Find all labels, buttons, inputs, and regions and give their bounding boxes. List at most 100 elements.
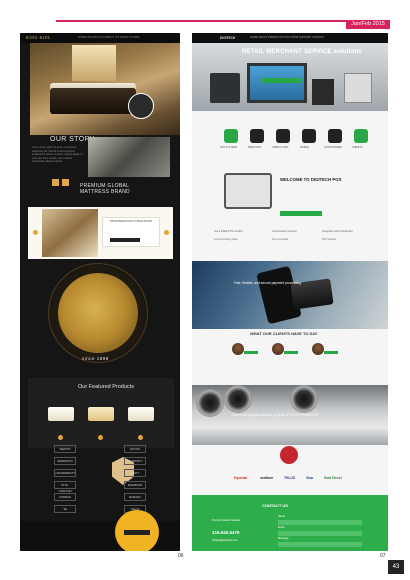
partner-logo: Hyundai xyxy=(234,476,248,480)
right-nav-links[interactable]: HOME ABOUT PRODUCTS SOLUTIONS SUPPORT CO… xyxy=(250,36,324,39)
brand-line-2: MATTRESS BRAND xyxy=(80,189,130,195)
machine-caption: One of the largest selection of QUALITY … xyxy=(232,413,319,417)
icon-label: POS SYSTEMS xyxy=(220,146,238,149)
tablet-icon[interactable] xyxy=(354,129,368,143)
slider-next-icon[interactable] xyxy=(164,230,169,235)
quote-button[interactable] xyxy=(110,238,140,242)
client-avatar xyxy=(312,343,324,355)
client-name-bar xyxy=(244,351,258,354)
partner-logo: verifone xyxy=(260,476,274,480)
left-page-number: 06 xyxy=(178,553,184,559)
product-mattress-1[interactable] xyxy=(48,407,74,421)
contact-title: CONTACT US xyxy=(262,503,288,508)
message-field[interactable] xyxy=(278,542,362,547)
brand-logo: RAMADA xyxy=(124,493,146,501)
icon-label: MERCHANT xyxy=(248,146,262,149)
brand-logo: MARRIOTT xyxy=(124,457,146,465)
product-3-arrow-icon[interactable] xyxy=(138,435,143,440)
icon-label: TABLETS xyxy=(352,146,363,149)
issue-badge: Jan/Feb 2015 xyxy=(346,20,390,29)
feature-item: Low processing rates xyxy=(214,238,238,241)
free-quote-button[interactable] xyxy=(262,78,302,83)
receipt-printer-image xyxy=(344,73,372,103)
brand-logo: WESTIN xyxy=(54,445,76,453)
header-rule xyxy=(56,20,388,22)
icon-label: CASH DRAWER xyxy=(324,146,342,149)
right-page-number: 07 xyxy=(380,553,386,559)
right-page-screenshot: DIGITECH HOME ABOUT PRODUCTS SOLUTIONS S… xyxy=(192,33,388,551)
pos-screen-image xyxy=(247,63,307,103)
get-quote-button[interactable] xyxy=(280,211,322,216)
king-koil-logo[interactable]: KING KOIL xyxy=(26,35,51,40)
mattress-detail-circle xyxy=(128,93,154,119)
client-name-bar xyxy=(324,351,338,354)
since-label: since 1898 xyxy=(82,356,109,361)
brand-logo: SHERATON xyxy=(54,457,76,465)
roller-image xyxy=(196,389,224,417)
hero-window xyxy=(72,45,116,81)
feature-item: Get a FREE POS solution xyxy=(214,230,243,233)
contact-email[interactable]: info@digitechpos.com xyxy=(212,539,238,542)
product-1-arrow-icon[interactable] xyxy=(58,435,63,440)
welcome-title: WELCOME TO DIGITECH POS xyxy=(280,177,342,182)
hero-banner-text: RETAIL MERCHANT SERVICE solutions xyxy=(242,49,362,55)
brand-column-right: HILTON MARRIOTT HYATT RADISSON RAMADA Ob… xyxy=(124,445,152,517)
contact-address: Toronto Ontario Canada xyxy=(212,519,240,522)
brand-logo: HILTON xyxy=(124,445,146,453)
partner-logo: Deal Direct xyxy=(324,476,342,480)
facebook-icon[interactable] xyxy=(52,179,59,186)
brand-logo: HYATT xyxy=(124,469,146,477)
newsletter-submit-button[interactable] xyxy=(124,530,150,535)
form-label-message: Message xyxy=(278,537,289,540)
ballroom-photo xyxy=(42,209,98,257)
mobile-payment-caption: Fast, flexible, and secure payment proce… xyxy=(234,281,302,285)
story-text: Lorem ipsum dolor sit amet, consectetur … xyxy=(32,146,84,164)
slider-prev-icon[interactable] xyxy=(33,230,38,235)
world-map-globe xyxy=(58,273,138,353)
email-field[interactable] xyxy=(278,531,362,536)
product-mattress-2[interactable] xyxy=(88,407,114,421)
card-reader-image xyxy=(312,79,334,105)
left-nav-links[interactable]: HOME PRODUCTS ABOUT US NEWS STORE xyxy=(78,36,140,39)
product-2-arrow-icon[interactable] xyxy=(98,435,103,440)
pos-system-icon[interactable] xyxy=(224,129,238,143)
brand-logo: J.W.MARRIOTT xyxy=(54,469,76,477)
brand-logo: CONRAD xyxy=(54,493,76,501)
product-mattress-3[interactable] xyxy=(128,407,154,421)
history-photo xyxy=(88,137,170,177)
brand-logo: RITZ-CARLTON xyxy=(54,481,76,493)
feature-item: Integration with Quickbooks xyxy=(322,230,353,233)
roller-image xyxy=(290,385,318,413)
client-name-bar xyxy=(284,351,298,354)
brand-heading: PREMIUM GLOBAL MATTRESS BRAND xyxy=(80,183,130,195)
featured-products-title: Our Featured Products xyxy=(78,384,134,390)
merchant-icon[interactable] xyxy=(250,129,264,143)
service-icons-row: POS SYSTEMS MERCHANT CREDIT CARD MOBILE … xyxy=(206,129,376,157)
pos-scanner-image xyxy=(210,73,240,103)
feature-item: Cloud-based reporting xyxy=(272,230,297,233)
quality-seal-icon xyxy=(280,446,298,464)
feature-item: 24/7 support xyxy=(322,238,336,241)
twitter-icon[interactable] xyxy=(62,179,69,186)
form-label-email: Email xyxy=(278,526,285,529)
brand-logo: Taj xyxy=(54,505,76,513)
digitech-logo[interactable]: DIGITECH xyxy=(220,36,235,40)
partner-logo: Visa xyxy=(306,476,313,480)
feature-item: Free terminals xyxy=(272,238,288,241)
clients-title: WHAT OUR CLIENTS HAVE TO SAY xyxy=(250,331,318,336)
quote-title: FROM BED ROOM TO BALLROOM xyxy=(110,220,152,223)
mattress-image xyxy=(50,88,136,114)
name-field[interactable] xyxy=(278,520,362,525)
cash-drawer-icon[interactable] xyxy=(328,129,342,143)
form-label-name: Name xyxy=(278,515,285,518)
mobile-icon[interactable] xyxy=(302,129,316,143)
brand-logo: RADISSON xyxy=(124,481,146,489)
credit-card-icon[interactable] xyxy=(276,129,290,143)
partner-logo: TELUS xyxy=(284,476,296,480)
icon-label: MOBILE xyxy=(300,146,310,149)
magazine-page-number: 43 xyxy=(392,564,400,570)
roller-image xyxy=(224,385,252,413)
icon-label: CREDIT CARD xyxy=(272,146,289,149)
pos-terminal-image xyxy=(224,173,272,209)
client-avatar xyxy=(232,343,244,355)
